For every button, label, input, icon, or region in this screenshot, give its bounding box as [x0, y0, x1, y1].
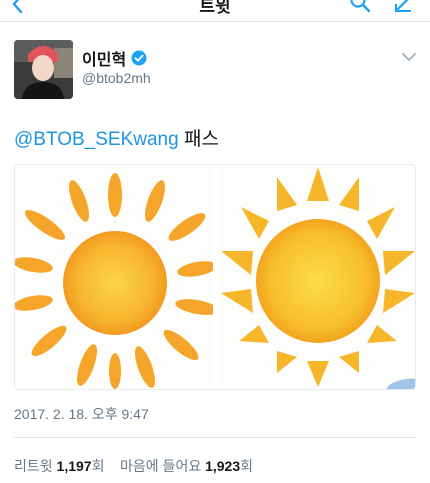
like-count: 1,923: [205, 458, 241, 474]
search-icon[interactable]: [350, 0, 372, 14]
compose-icon[interactable]: [394, 0, 416, 14]
sun-triangle-icon: [221, 167, 415, 389]
divider: [14, 437, 416, 438]
media-image-right[interactable]: [219, 165, 415, 389]
retweet-stat[interactable]: 리트윗 1,197회: [14, 458, 108, 474]
engagement-stats: 리트윗 1,197회 마음에 들어요 1,923회: [14, 456, 253, 476]
author-name-text: 이민혁: [82, 52, 127, 69]
tweet-media[interactable]: [14, 164, 416, 390]
tweet-timestamp[interactable]: 2017. 2. 18. 오후 9:47: [14, 404, 149, 424]
avatar-image: [14, 40, 73, 99]
avatar[interactable]: [14, 40, 73, 99]
top-bar: 트윗: [0, 0, 430, 22]
like-stat[interactable]: 마음에 들어요 1,923회: [120, 458, 253, 474]
retweet-label: 리트윗: [14, 458, 53, 474]
tweet-text: @BTOB_SEKwang 패스: [14, 124, 219, 151]
mention-link[interactable]: @BTOB_SEKwang: [14, 129, 179, 150]
author-name[interactable]: 이민혁: [82, 46, 147, 70]
tweet-body: 패스: [178, 129, 219, 150]
media-image-left[interactable]: [15, 165, 219, 389]
retweet-count: 1,197: [56, 458, 92, 474]
author-handle[interactable]: @btob2mh: [82, 70, 151, 86]
sun-watercolor-icon: [15, 173, 219, 389]
chevron-down-icon[interactable]: [402, 52, 416, 62]
retweet-unit: 회: [91, 458, 105, 474]
like-label: 마음에 들어요: [120, 458, 202, 474]
verified-badge-icon: [131, 50, 147, 66]
like-unit: 회: [240, 458, 254, 474]
